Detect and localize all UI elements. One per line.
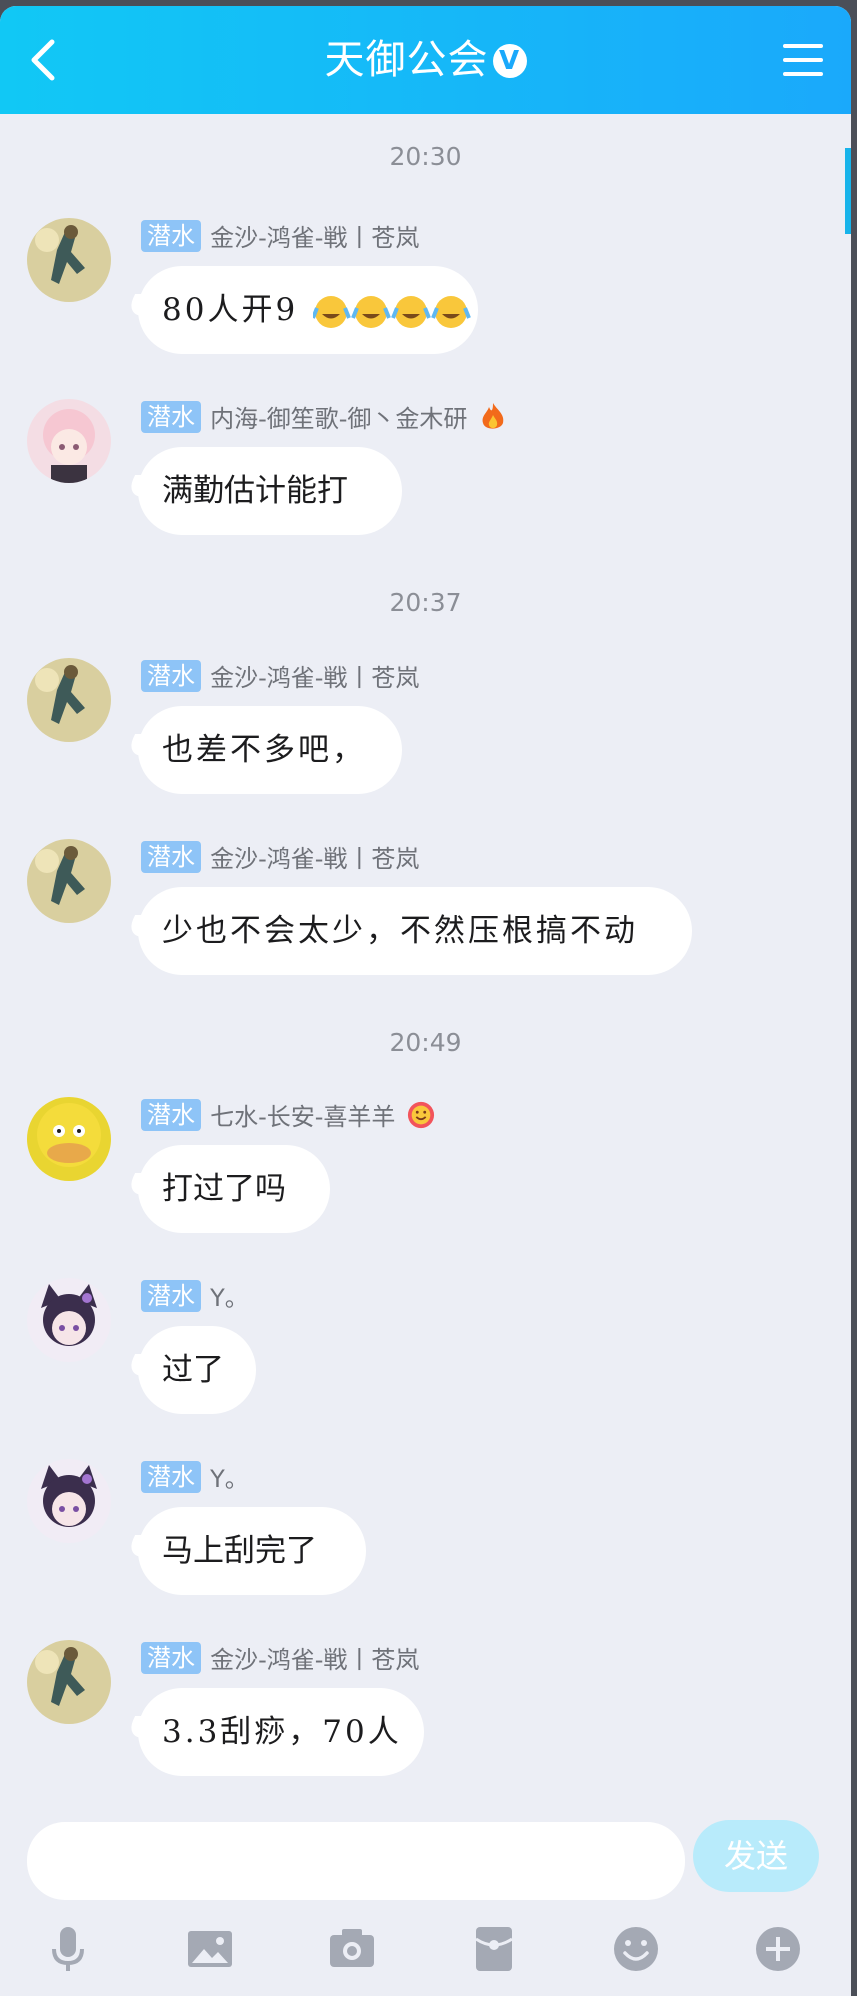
chat-header: 天御公会 V: [0, 6, 851, 114]
sender-name[interactable]: Y。: [210, 1284, 249, 1312]
message-bubble[interactable]: 打过了吗: [138, 1145, 330, 1233]
image-icon[interactable]: [182, 1921, 238, 1977]
menu-icon[interactable]: [783, 42, 823, 78]
sender-name[interactable]: 七水-长安-喜羊羊: [210, 1103, 395, 1131]
sender-name[interactable]: 内海-御笙歌-御丶金木研: [210, 405, 467, 433]
member-tag: 潜水: [141, 1460, 201, 1493]
timestamp: 20:37: [389, 588, 462, 617]
message-meta: 潜水 金沙-鸿雀-戦丨苍岚: [141, 1640, 419, 1674]
avatar[interactable]: [27, 658, 111, 742]
message-text: 3.3刮痧，70人: [162, 1714, 402, 1750]
composer: 发送: [0, 1806, 851, 1916]
camera-icon[interactable]: [324, 1921, 380, 1977]
member-tag: 潜水: [141, 1098, 201, 1131]
red-packet-icon[interactable]: [466, 1921, 522, 1977]
sender-name[interactable]: 金沙-鸿雀-戦丨苍岚: [210, 1646, 419, 1674]
member-tag: 潜水: [141, 659, 201, 692]
message-text: 少也不会太少，不然压根搞不动: [162, 913, 638, 949]
group-name: 天御公会: [324, 37, 489, 83]
emoji-icon[interactable]: [608, 1921, 664, 1977]
plus-icon[interactable]: [750, 1921, 806, 1977]
input-toolbar: [0, 1921, 851, 1991]
message-input[interactable]: [27, 1822, 685, 1900]
sender-name[interactable]: Y。: [210, 1465, 249, 1493]
fire-icon: [482, 402, 503, 429]
verified-icon: V: [492, 44, 527, 78]
message-meta: 潜水 Y。: [141, 1278, 249, 1312]
message-bubble[interactable]: 满勤估计能打: [138, 447, 402, 535]
message-meta: 潜水 七水-长安-喜羊羊: [141, 1097, 435, 1131]
message-text: 80人开9: [162, 292, 299, 328]
sender-name[interactable]: 金沙-鸿雀-戦丨苍岚: [210, 664, 419, 692]
member-tag: 潜水: [141, 400, 201, 433]
avatar[interactable]: [27, 1640, 111, 1724]
member-tag: 潜水: [141, 1641, 201, 1674]
chat-title: 天御公会 V: [0, 32, 851, 88]
avatar[interactable]: [27, 1459, 111, 1543]
message-bubble[interactable]: 3.3刮痧，70人: [138, 1688, 424, 1776]
message-meta: 潜水 金沙-鸿雀-戦丨苍岚: [141, 839, 419, 873]
timestamp: 20:49: [389, 1028, 462, 1057]
message-text: 过了: [162, 1352, 224, 1388]
message-meta: 潜水 Y。: [141, 1459, 249, 1493]
message-meta: 潜水 金沙-鸿雀-戦丨苍岚: [141, 218, 419, 252]
sender-name[interactable]: 金沙-鸿雀-戦丨苍岚: [210, 224, 419, 252]
crying-laughing-emoji-icon: [311, 295, 471, 328]
message-text: 打过了吗: [162, 1171, 286, 1207]
message-bubble[interactable]: 马上刮完了: [138, 1507, 366, 1595]
message-text: 也差不多吧，: [162, 732, 366, 768]
chat-screen: 天御公会 V 20:30 潜水 金沙-鸿雀-戦丨苍岚 80人开9 潜水 内海-御…: [0, 6, 851, 1996]
message-meta: 潜水 内海-御笙歌-御丶金木研: [141, 399, 507, 433]
member-tag: 潜水: [141, 1279, 201, 1312]
send-button[interactable]: 发送: [693, 1820, 819, 1892]
message-meta: 潜水 金沙-鸿雀-戦丨苍岚: [141, 658, 419, 692]
message-bubble[interactable]: 80人开9: [138, 266, 478, 354]
message-text: 满勤估计能打: [162, 473, 348, 509]
message-bubble[interactable]: 过了: [138, 1326, 256, 1414]
message-bubble[interactable]: 少也不会太少，不然压根搞不动: [138, 887, 692, 975]
sender-name[interactable]: 金沙-鸿雀-戦丨苍岚: [210, 845, 419, 873]
message-bubble[interactable]: 也差不多吧，: [138, 706, 402, 794]
microphone-icon[interactable]: [40, 1921, 96, 1977]
avatar[interactable]: [27, 1278, 111, 1362]
flower-smile-icon: [407, 1101, 434, 1128]
member-tag: 潜水: [141, 219, 201, 252]
avatar[interactable]: [27, 218, 111, 302]
avatar[interactable]: [27, 399, 111, 483]
member-tag: 潜水: [141, 840, 201, 873]
message-text: 马上刮完了: [162, 1533, 317, 1569]
avatar[interactable]: [27, 1097, 111, 1181]
avatar[interactable]: [27, 839, 111, 923]
timestamp: 20:30: [389, 142, 462, 171]
